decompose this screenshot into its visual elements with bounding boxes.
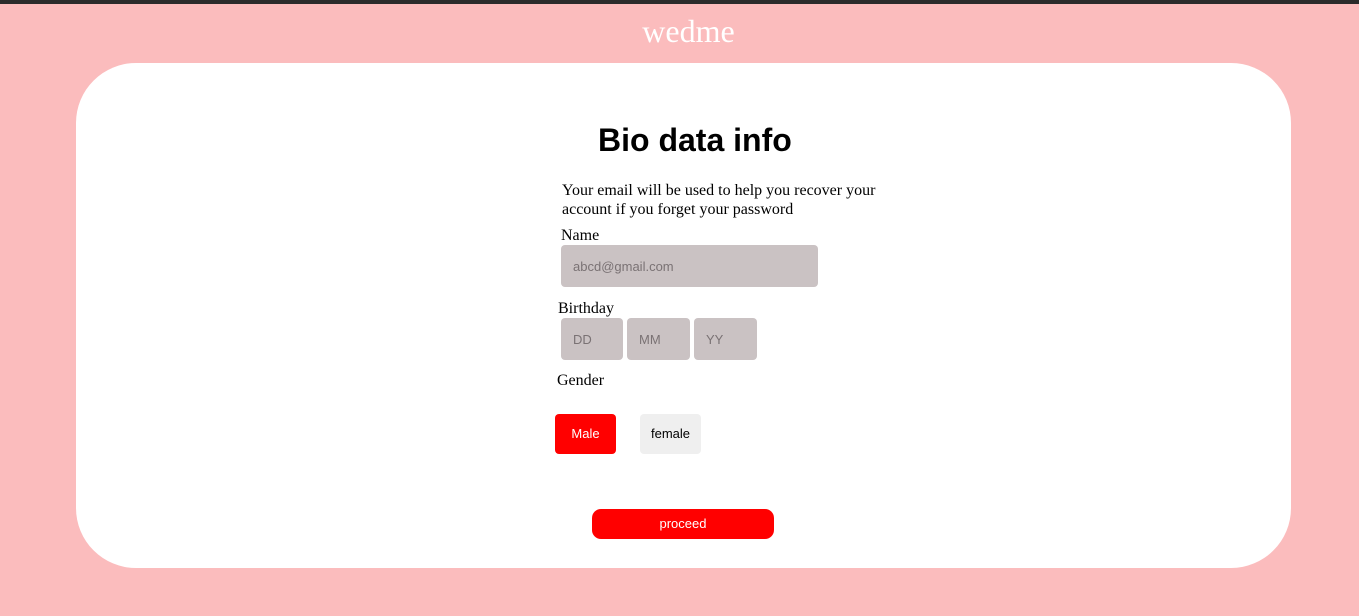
gender-male-button[interactable]: Male [555, 414, 616, 454]
name-label: Name [561, 227, 600, 244]
brand-logo: wedme [642, 13, 735, 49]
birthday-month-input[interactable] [627, 318, 690, 360]
birthday-day-input[interactable] [561, 318, 623, 360]
birthday-label: Birthday [558, 300, 614, 317]
proceed-button[interactable]: proceed [592, 509, 774, 539]
gender-label: Gender [557, 372, 605, 389]
gender-female-button[interactable]: female [640, 414, 701, 454]
page-title: Bio data info [598, 122, 792, 158]
top-bar [0, 0, 1359, 4]
birthday-year-input[interactable] [694, 318, 757, 360]
name-input[interactable] [561, 245, 818, 287]
email-info-note: Your email will be used to help you reco… [562, 182, 876, 218]
